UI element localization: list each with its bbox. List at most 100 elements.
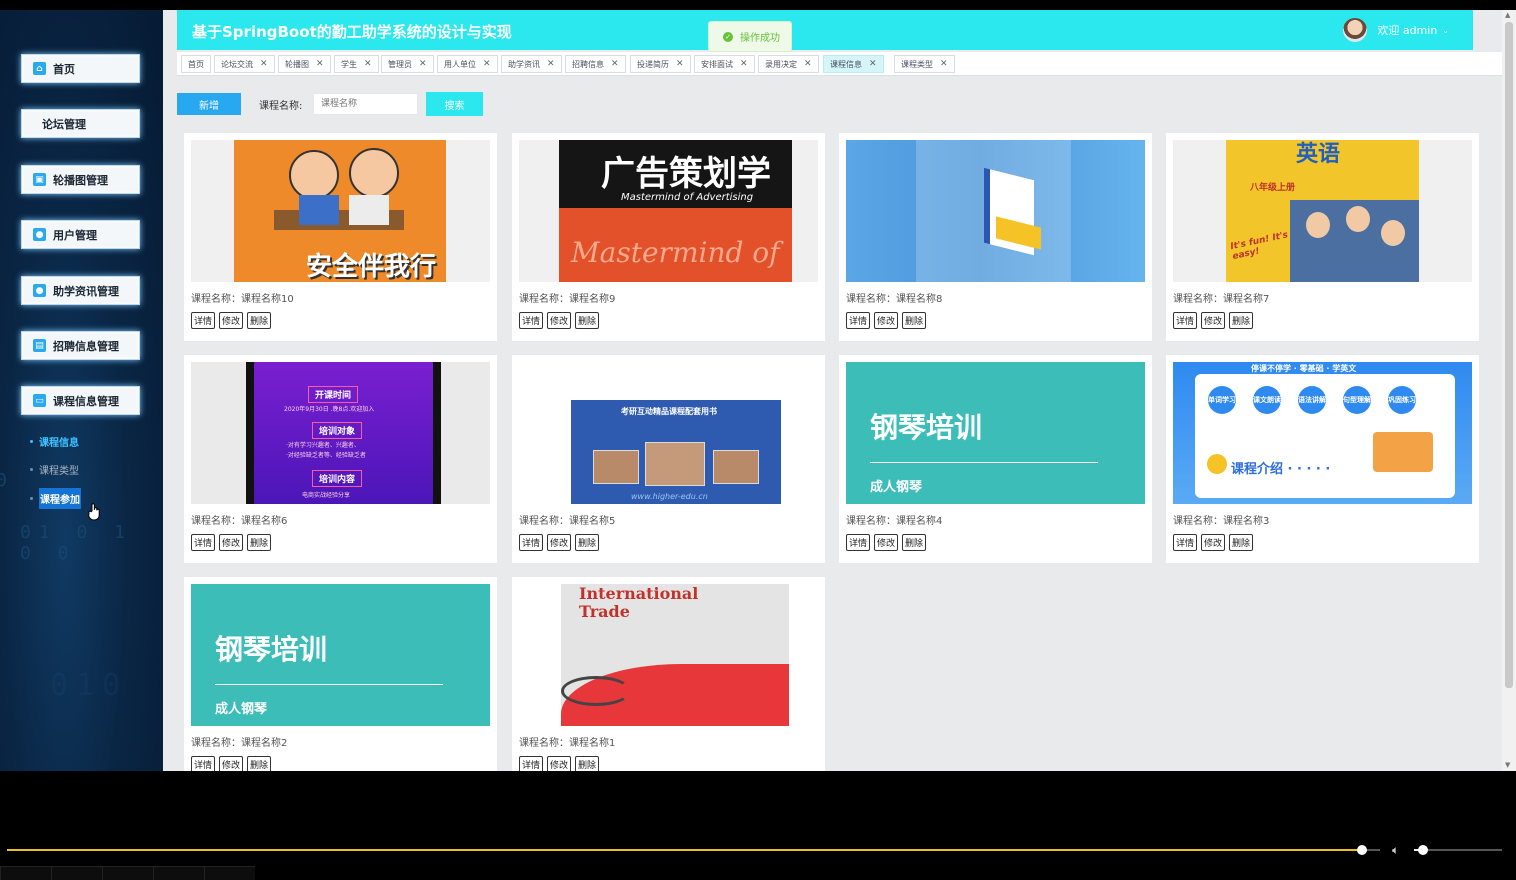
delete-button[interactable]: 删除 [902,534,927,551]
edit-button[interactable]: 修改 [547,312,572,329]
delete-button[interactable]: 删除 [1229,312,1254,329]
tab-employer[interactable]: 用人单位 ✕ [437,55,498,73]
close-icon[interactable]: ✕ [483,59,491,69]
detail-button[interactable]: 详情 [191,312,216,329]
delete-button[interactable]: 删除 [247,756,272,771]
player-button[interactable] [51,866,102,880]
edit-button[interactable]: 修改 [1201,534,1226,551]
menu-item-home[interactable]: ⌂ 首页 [21,54,140,83]
edit-button[interactable]: 修改 [219,534,244,551]
tab-resume[interactable]: 投递简历 ✕ [630,55,691,73]
delete-button[interactable]: 删除 [1229,534,1254,551]
tab-carousel[interactable]: 轮播图 ✕ [278,55,331,73]
close-icon[interactable]: ✕ [547,59,555,69]
detail-button[interactable]: 详情 [846,534,871,551]
close-icon[interactable]: ✕ [940,59,948,69]
tab-student[interactable]: 学生 ✕ [334,55,379,73]
detail-button[interactable]: 详情 [519,534,544,551]
course-card: 英语 八年级上册 It's fun! It's easy! 课程名称：课程名称7… [1166,133,1479,341]
scroll-up-icon[interactable]: ▲ [1505,11,1510,19]
detail-button[interactable]: 详情 [1173,312,1198,329]
menu-item-label: 首页 [53,62,75,76]
player-button[interactable] [0,866,51,880]
edit-button[interactable]: 修改 [219,312,244,329]
player-button[interactable] [204,866,255,880]
edit-button[interactable]: 修改 [219,756,244,771]
tab-course-type[interactable]: 课程类型 ✕ [894,55,955,73]
detail-button[interactable]: 详情 [1173,534,1198,551]
vertical-scrollbar[interactable]: ▲ ▼ [1502,10,1516,771]
submenu-course-type[interactable]: 课程类型 [30,462,79,477]
course-image[interactable]: International Trade [519,584,818,726]
user-menu[interactable]: 欢迎 admin ⌄ [1343,18,1449,42]
delete-button[interactable]: 删除 [575,534,600,551]
course-name-input[interactable] [313,93,418,115]
course-image[interactable]: 英语 八年级上册 It's fun! It's easy! [1173,140,1472,282]
delete-button[interactable]: 删除 [247,312,272,329]
menu-item-users[interactable]: ● 用户管理 [21,220,140,249]
detail-button[interactable]: 详情 [191,756,216,771]
tab-forum[interactable]: 论坛交流 ✕ [214,55,275,73]
tab-admin[interactable]: 管理员 ✕ [381,55,434,73]
search-button[interactable]: 搜索 [426,92,483,116]
close-icon[interactable]: ✕ [804,59,812,69]
submenu-course-join[interactable]: 课程参加 [30,488,81,509]
menu-item-carousel[interactable]: ▣ 轮播图管理 [21,165,140,194]
tab-label: 安排面试 [701,59,733,69]
delete-button[interactable]: 删除 [902,312,927,329]
menu-item-recruitment[interactable]: ▤ 招聘信息管理 [21,331,140,360]
close-icon[interactable]: ✕ [419,59,427,69]
player-button[interactable] [153,866,204,880]
book-icon: ▭ [33,394,46,407]
delete-button[interactable]: 删除 [247,534,272,551]
close-icon[interactable]: ✕ [260,59,268,69]
close-icon[interactable]: ✕ [364,59,372,69]
detail-button[interactable]: 详情 [846,312,871,329]
close-icon[interactable]: ✕ [611,59,619,69]
course-image[interactable]: 安全伴我行 [191,140,490,282]
add-button[interactable]: 新增 [177,93,241,115]
app-window: 0 0 01 0 1 0 0 010 ⌂ 首页 论坛管理 ▣ 轮播图管理 ● 用… [0,10,1516,771]
close-icon[interactable]: ✕ [316,59,324,69]
edit-button[interactable]: 修改 [547,756,572,771]
course-image[interactable] [846,140,1145,282]
edit-button[interactable]: 修改 [1201,312,1226,329]
tab-hire[interactable]: 录用决定 ✕ [758,55,819,73]
seek-handle[interactable] [1357,845,1367,855]
close-icon[interactable]: ✕ [740,59,748,69]
submenu-course-info[interactable]: 课程信息 [30,434,79,449]
tab-aid-news[interactable]: 助学资讯 ✕ [501,55,562,73]
volume-handle[interactable] [1418,845,1428,855]
course-image[interactable]: 钢琴培训 成人钢琴 [846,362,1145,504]
tab-recruitment[interactable]: 招聘信息 ✕ [565,55,626,73]
image-caption-text: 培训对象 [312,422,363,439]
menu-item-aid-news[interactable]: ● 助学资讯管理 [21,276,140,305]
tab-interview[interactable]: 安排面试 ✕ [694,55,755,73]
detail-button[interactable]: 详情 [191,534,216,551]
course-image[interactable]: 开课时间 2020年9月30日 .晚8点.欢迎加入 培训对象 ·对有学习兴趣者、… [191,362,490,504]
delete-button[interactable]: 删除 [575,756,600,771]
scroll-down-icon[interactable]: ▼ [1505,761,1510,769]
detail-button[interactable]: 详情 [519,756,544,771]
player-button[interactable] [102,866,153,880]
seek-bar-progress[interactable] [7,849,1362,851]
volume-icon[interactable]: 🔈︎ [1392,843,1399,858]
edit-button[interactable]: 修改 [547,534,572,551]
course-image[interactable]: 考研互动精品课程配套用书 www.higher-edu.cn [519,362,818,504]
edit-button[interactable]: 修改 [874,534,899,551]
tab-home[interactable]: 首页 [181,55,211,73]
menu-item-forum[interactable]: 论坛管理 [21,109,140,138]
tab-course-info[interactable]: 课程信息 ✕ [823,55,884,73]
edit-button[interactable]: 修改 [874,312,899,329]
check-circle-icon: ✓ [723,31,733,42]
course-image[interactable]: 广告策划学 Mastermind of Advertising Mastermi… [519,140,818,282]
close-icon[interactable]: ✕ [676,59,684,69]
course-image[interactable]: 钢琴培训 成人钢琴 [191,584,490,726]
scrollbar-thumb[interactable] [1505,22,1513,688]
tab-label: 轮播图 [285,59,309,69]
course-image[interactable]: 停课不停学 · 零基础 · 学英文 单词学习 课文朗读 语法讲解 句型理解 巩固… [1173,362,1472,504]
menu-item-course[interactable]: ▭ 课程信息管理 [21,386,140,415]
delete-button[interactable]: 删除 [575,312,600,329]
close-icon[interactable]: ✕ [869,59,877,69]
detail-button[interactable]: 详情 [519,312,544,329]
